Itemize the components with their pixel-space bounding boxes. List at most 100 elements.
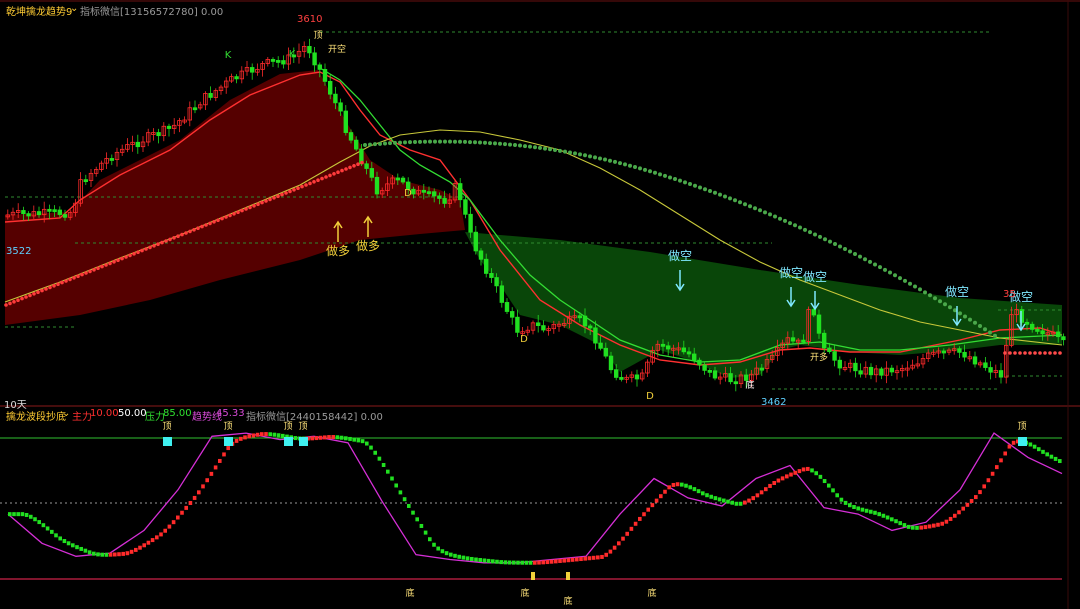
candle-body	[811, 309, 816, 316]
green-dot-band	[418, 139, 422, 144]
green-dot-band	[813, 232, 817, 237]
red-dot-band-right	[1038, 351, 1042, 355]
step-block	[243, 435, 247, 440]
step-block	[188, 500, 193, 505]
red-dot-band	[4, 303, 8, 307]
candle-body	[281, 60, 286, 65]
green-dot-band	[643, 167, 647, 172]
step-block	[1011, 440, 1016, 445]
green-dot-band	[703, 187, 707, 192]
green-dot-band	[633, 165, 637, 170]
candle-body	[634, 374, 640, 380]
green-dot-band	[808, 230, 812, 235]
green-dot-band	[618, 161, 622, 166]
candle-body	[208, 93, 213, 98]
step-block	[549, 559, 554, 564]
green-dot-band	[408, 140, 412, 145]
step-block	[381, 462, 386, 467]
step-block	[310, 436, 314, 441]
green-dot-band	[863, 257, 867, 262]
green-dot-band	[463, 139, 467, 144]
candle-body	[868, 366, 874, 376]
candle-body	[541, 325, 546, 331]
red-dot-band	[184, 231, 188, 235]
candle-body	[697, 359, 702, 366]
step-block	[890, 517, 894, 522]
step-block	[948, 516, 953, 521]
bottom-indicator-name[interactable]: 擒龙波段抄底	[6, 408, 66, 423]
bottom-indicator-dropdown-icon[interactable]: ⌄	[62, 408, 70, 419]
step-block	[8, 512, 12, 517]
green-dot-band	[528, 144, 532, 149]
candle-body	[270, 59, 276, 62]
green-dot-band	[918, 287, 922, 292]
candle-body	[426, 191, 432, 195]
red-dot-band	[60, 280, 64, 285]
k-marker-label: K	[289, 49, 296, 60]
green-dot-band	[368, 142, 372, 147]
step-block	[591, 555, 596, 560]
step-block	[537, 560, 541, 565]
green-dot-band	[498, 141, 502, 146]
step-block	[692, 487, 697, 492]
red-dot-band	[32, 292, 36, 296]
red-dot-band	[116, 258, 120, 263]
bottom-signal-label: 底	[405, 587, 414, 599]
step-block	[41, 523, 46, 528]
step-block	[108, 552, 113, 557]
step-block	[1007, 444, 1012, 449]
step-block	[772, 481, 776, 486]
top-indicator-dropdown-icon[interactable]: ⌄	[70, 3, 78, 14]
green-dot-band	[758, 208, 762, 213]
green-dot-band	[958, 311, 962, 316]
red-dot-band-right	[1018, 351, 1022, 355]
candle-body	[889, 367, 894, 373]
red-dot-band	[16, 298, 20, 303]
bottom-indicator-caption: 指标微信[2440158442] 0.00	[246, 412, 383, 423]
step-block	[1032, 444, 1037, 449]
red-dot-band	[92, 268, 96, 272]
green-dot-band	[423, 139, 427, 144]
step-block	[696, 489, 701, 494]
step-block	[659, 494, 663, 499]
step-block	[390, 476, 394, 481]
red-dot-band-right	[1028, 351, 1032, 355]
green-dot-band	[718, 192, 722, 197]
step-block	[978, 490, 982, 495]
step-block	[785, 474, 789, 479]
step-block	[831, 488, 835, 493]
step-block	[1049, 454, 1054, 459]
red-dot-band	[124, 255, 128, 259]
step-block	[911, 525, 915, 530]
step-block	[402, 497, 407, 502]
green-dot-band	[993, 333, 997, 338]
short-label: 做空	[945, 284, 969, 299]
step-block	[575, 557, 579, 562]
top-marker-label: 顶	[313, 30, 322, 41]
step-block	[323, 435, 327, 440]
bottom-signal-label: 底	[563, 595, 572, 607]
green-dot-band	[478, 140, 482, 145]
green-dot-band	[628, 163, 632, 168]
step-block	[860, 507, 865, 512]
step-block	[96, 552, 100, 557]
long-label: 做多	[356, 238, 380, 253]
red-dot-band	[200, 224, 204, 229]
step-block	[142, 543, 146, 548]
step-block	[394, 483, 398, 488]
short-label: 做空	[668, 248, 692, 263]
red-dot-band	[68, 277, 72, 282]
red-dot-band	[140, 248, 144, 253]
green-dot-band	[433, 139, 437, 144]
step-block	[953, 513, 957, 518]
top-indicator-name[interactable]: 乾坤擒龙趋势9	[6, 3, 72, 18]
bottom-signal-bar	[531, 572, 535, 580]
green-dot-band	[473, 140, 477, 145]
step-block	[793, 470, 797, 475]
step-block	[373, 450, 377, 455]
red-dot-band	[324, 175, 328, 179]
step-block	[835, 493, 839, 498]
step-block	[234, 438, 239, 443]
red-dot-band-right	[1003, 351, 1007, 355]
step-block	[906, 524, 911, 529]
